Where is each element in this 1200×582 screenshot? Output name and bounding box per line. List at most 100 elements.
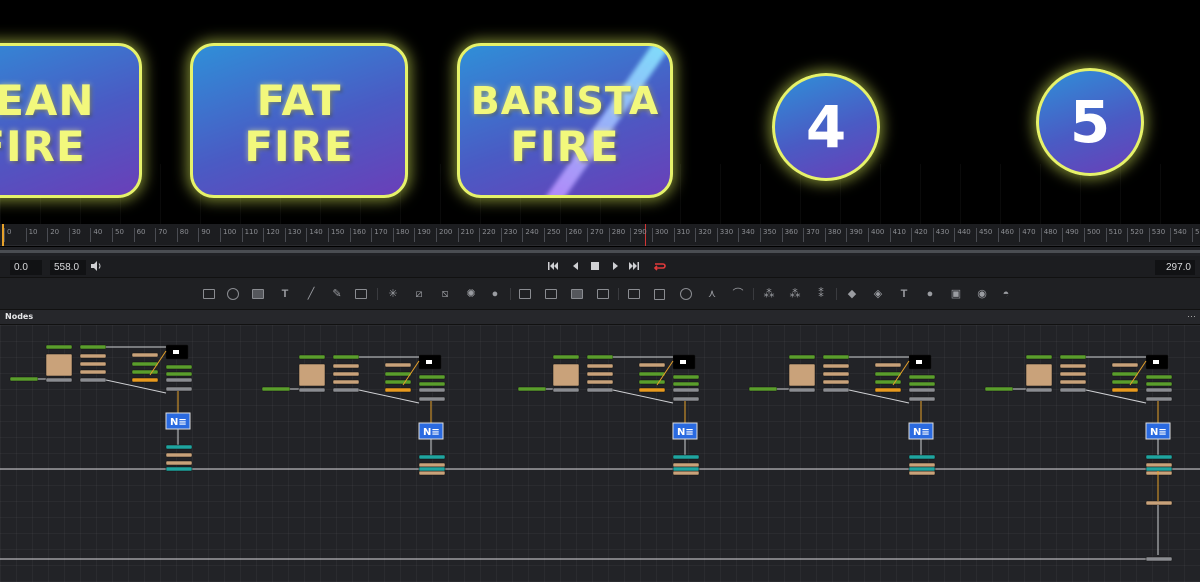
ruler-tick-label: 120 xyxy=(263,228,280,242)
brush-tool-icon[interactable]: ✎ xyxy=(330,287,344,301)
go-to-end-icon[interactable] xyxy=(628,260,640,277)
dve-tool-icon[interactable] xyxy=(596,287,610,301)
rectangle-mask-icon[interactable] xyxy=(653,287,667,301)
green-node xyxy=(638,371,666,377)
render-start-field[interactable]: 0.0 xyxy=(10,260,42,275)
time-ruler[interactable]: 0 10 20 30 40 50 60 70 80 90 100 110 120 130 140 150 160… xyxy=(0,224,1200,246)
merge-3d-icon[interactable]: ● xyxy=(923,287,937,301)
ruler-tick-label: 230 xyxy=(500,228,517,242)
ruler-tick-label: 340 xyxy=(738,228,755,242)
green-node xyxy=(332,354,360,360)
ruler-tick-label: 200 xyxy=(436,228,452,242)
ruler-tick-label: 260 xyxy=(565,228,582,242)
color-correct-tool-icon[interactable]: ⧅ xyxy=(438,287,452,301)
green-node xyxy=(79,344,107,350)
gray-node xyxy=(1145,396,1173,402)
ruler-tick-label: 380 xyxy=(824,228,841,242)
speaker-icon[interactable] xyxy=(90,260,102,277)
merge-tool-icon[interactable] xyxy=(226,287,240,301)
loader-tool-icon[interactable] xyxy=(354,287,368,301)
node-graph-canvas[interactable]: N≡ N≡ N≡ N≡ N≡ xyxy=(0,325,1200,582)
green-node xyxy=(131,369,159,375)
viewer-thumb xyxy=(680,360,686,364)
play-icon[interactable] xyxy=(609,260,621,277)
render-end-field[interactable]: 558.0 xyxy=(50,260,86,275)
paint-tool-icon[interactable]: ╱ xyxy=(304,287,318,301)
renderer-3d-icon[interactable]: ◉ xyxy=(975,287,989,301)
tan-node xyxy=(79,353,107,359)
particle-render-icon[interactable]: ⁂ xyxy=(788,287,802,301)
card-line2: FIRE xyxy=(244,122,354,171)
ruler-tick-label: 290 xyxy=(630,228,647,242)
particle-tool-icon[interactable]: ✳ xyxy=(386,287,400,301)
green-node xyxy=(45,344,73,350)
tan-node xyxy=(874,362,902,368)
teal-node xyxy=(672,454,700,460)
tan-node xyxy=(165,460,193,466)
tan-node xyxy=(418,470,446,476)
lead-node xyxy=(9,376,39,382)
shape-3d-icon[interactable]: ◈ xyxy=(871,287,885,301)
gray-node xyxy=(552,387,580,393)
stop-icon[interactable] xyxy=(589,260,601,277)
text-tool-icon[interactable]: T xyxy=(278,287,292,301)
ruler-tick-label: 270 xyxy=(587,228,604,242)
ruler-tick-label: 480 xyxy=(1040,228,1057,242)
play-reverse-icon[interactable] xyxy=(570,260,582,277)
teal-node xyxy=(418,454,446,460)
ruler-tick-label: 450 xyxy=(976,228,992,242)
tan-node xyxy=(1025,363,1053,387)
ruler-tick-label: 70 xyxy=(155,228,167,242)
fast-noise-tool-icon[interactable] xyxy=(251,287,265,301)
glow-tool-icon[interactable]: ✺ xyxy=(464,287,478,301)
spotlight-icon[interactable]: ◓ xyxy=(999,287,1013,301)
particle-emitter-icon[interactable]: ⁂ xyxy=(762,287,776,301)
ruler-tick-label: 250 xyxy=(544,228,560,242)
background-tool-icon[interactable] xyxy=(202,287,216,301)
bspline-mask-icon[interactable]: ⌒ xyxy=(731,287,745,301)
tan-node xyxy=(298,363,326,387)
drop-tool-icon[interactable]: ● xyxy=(488,287,502,301)
green-node xyxy=(908,374,936,380)
go-to-start-icon[interactable] xyxy=(547,260,559,277)
gray-node xyxy=(298,387,326,393)
blur-tool-icon[interactable]: ⧄ xyxy=(412,287,426,301)
green-node xyxy=(1111,379,1139,385)
lean-fire-card: LEAN FIRE xyxy=(0,43,142,198)
transform-tool-icon[interactable] xyxy=(518,287,532,301)
more-dots-icon[interactable]: ⋯ xyxy=(1187,311,1196,322)
tan-node xyxy=(332,371,360,377)
ruler-tick-label: 430 xyxy=(932,228,949,242)
text-3d-icon[interactable]: T xyxy=(897,287,911,301)
nodes-panel-header: Nodes ⋯ xyxy=(0,310,1200,325)
gray-node xyxy=(788,387,816,393)
lead-node xyxy=(261,386,291,392)
gray-node xyxy=(165,377,193,383)
image-plane-3d-icon[interactable]: ◆ xyxy=(845,287,859,301)
ruler-tick-label: 220 xyxy=(479,228,496,242)
green-node xyxy=(1111,371,1139,377)
gray-node xyxy=(672,396,700,402)
green-node xyxy=(672,374,700,380)
gray-node xyxy=(418,396,446,402)
ruler-tick-label: 530 xyxy=(1148,228,1165,242)
matte-tool-icon[interactable] xyxy=(627,287,641,301)
camera-3d-icon[interactable]: ▣ xyxy=(949,287,963,301)
ruler-tick-label: 300 xyxy=(652,228,668,242)
ruler-tick-label: 40 xyxy=(90,228,102,242)
orange-node xyxy=(638,387,666,393)
current-time-field[interactable]: 297.0 xyxy=(1155,260,1195,275)
resize-tool-icon[interactable] xyxy=(544,287,558,301)
output-node xyxy=(1145,556,1173,562)
timeline-scrub-bar[interactable] xyxy=(0,247,1200,256)
tan-node xyxy=(552,363,580,387)
ellipse-mask-icon[interactable] xyxy=(679,287,693,301)
polygon-mask-icon[interactable]: ⋏ xyxy=(705,287,719,301)
loop-icon[interactable] xyxy=(652,260,666,277)
crop-tool-icon[interactable] xyxy=(570,287,584,301)
green-node xyxy=(672,381,700,387)
ruler-tick-label: 490 xyxy=(1062,228,1079,242)
gray-node xyxy=(822,387,850,393)
node-graph[interactable]: N≡ N≡ N≡ N≡ N≡ xyxy=(0,325,1200,582)
particle-style-icon[interactable]: ⁑ xyxy=(814,287,828,301)
